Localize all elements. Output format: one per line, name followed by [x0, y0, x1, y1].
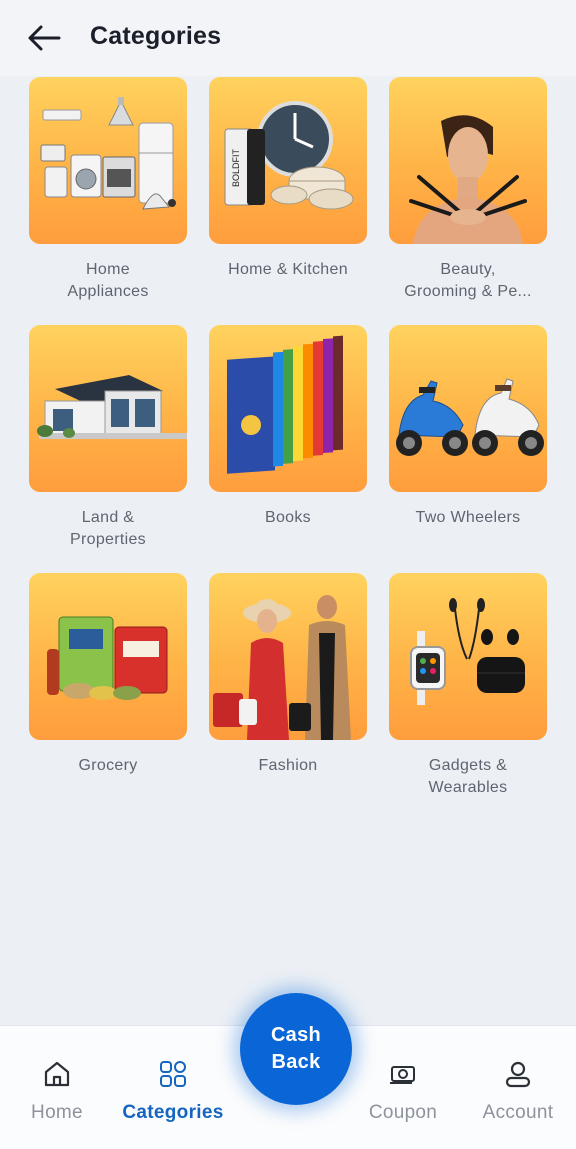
arrow-left-icon — [28, 25, 61, 51]
nav-item-account[interactable]: Account — [463, 1026, 573, 1149]
category-label: Fashion — [258, 757, 318, 774]
category-label: Home Appliances — [67, 261, 149, 300]
category-label: Grocery — [78, 757, 138, 774]
two-wheelers-image — [389, 325, 547, 492]
nav-item-home[interactable]: Home — [2, 1026, 112, 1149]
category-label: Two Wheelers — [415, 509, 521, 526]
category-label: Gadgets & Wearables — [428, 757, 508, 796]
land-properties-image — [29, 325, 187, 492]
nav-label: Home — [31, 1102, 83, 1123]
cashback-label-line2: Back — [271, 1051, 321, 1073]
back-button[interactable] — [26, 20, 62, 56]
home-appliances-image — [29, 77, 187, 244]
nav-label: Coupon — [368, 1102, 438, 1123]
fashion-image — [209, 573, 367, 740]
nav-item-coupon[interactable]: Coupon — [348, 1026, 458, 1149]
grocery-image — [29, 573, 187, 740]
svg-text:BOLDFIT: BOLDFIT — [231, 148, 241, 187]
category-label: Books — [265, 509, 311, 526]
home-kitchen-image: BOLDFIT — [209, 77, 367, 244]
home-icon — [41, 1058, 73, 1090]
category-tile-grocery[interactable]: Grocery — [29, 573, 187, 777]
cashback-label-line1: Cash — [270, 1024, 322, 1046]
cashback-button[interactable]: Cash Back — [240, 993, 352, 1105]
gadgets-wearables-image — [389, 573, 547, 740]
category-tile-books[interactable]: Books — [209, 325, 367, 529]
category-tile-land-properties[interactable]: Land & Properties — [29, 325, 187, 551]
category-tile-beauty-grooming[interactable]: Beauty, Grooming & Pe... — [389, 77, 547, 303]
nav-label: Categories — [122, 1102, 224, 1123]
category-tile-fashion[interactable]: Fashion — [209, 573, 367, 777]
books-image — [209, 325, 367, 492]
beauty-grooming-image — [389, 77, 547, 244]
category-label: Beauty, Grooming & Pe... — [404, 261, 532, 300]
category-tile-two-wheelers[interactable]: Two Wheelers — [389, 325, 547, 529]
category-tile-home-kitchen[interactable]: BOLDFIT Home & Kitchen — [209, 77, 367, 281]
grid-icon — [157, 1058, 189, 1090]
category-label: Land & Properties — [70, 509, 146, 548]
nav-item-categories[interactable]: Categories — [118, 1026, 228, 1149]
category-tile-gadgets-wearables[interactable]: Gadgets & Wearables — [389, 573, 547, 799]
nav-label: Account — [482, 1102, 554, 1123]
category-tile-home-appliances[interactable]: Home Appliances — [29, 77, 187, 303]
category-label: Home & Kitchen — [228, 261, 348, 278]
coupon-icon — [387, 1058, 419, 1090]
app-header: Categories — [0, 0, 576, 76]
page-title: Categories — [90, 22, 222, 50]
user-icon — [502, 1058, 534, 1090]
